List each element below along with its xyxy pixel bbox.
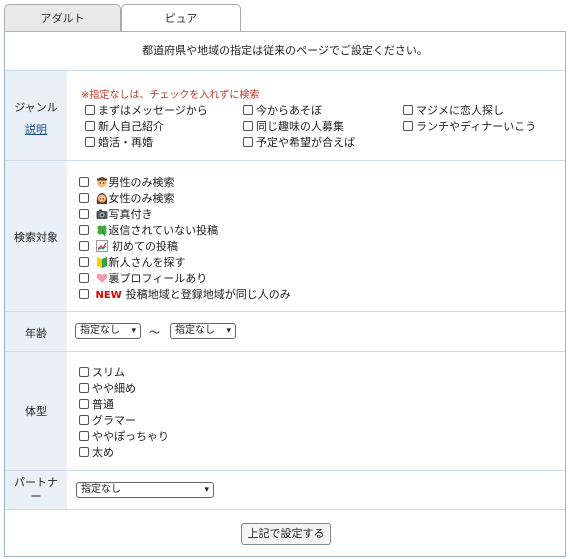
camera-icon [96, 209, 107, 219]
checkbox[interactable] [79, 447, 89, 457]
body-type-row: 体型 スリム やや細め 普通 グラマー ややぽっちゃり 太め [5, 352, 565, 471]
checkbox[interactable] [403, 121, 413, 131]
body-type-option[interactable]: グラマー [79, 412, 136, 428]
target-option-first-post[interactable]: 初めての投稿 [79, 238, 178, 254]
genre-option[interactable]: 新人自己紹介 [85, 118, 164, 134]
checkbox[interactable] [79, 177, 89, 187]
clover-icon [96, 225, 107, 236]
region-notice: 都道府県や地域の指定は従来のページでご設定ください。 [5, 32, 565, 71]
target-option-secret-profile[interactable]: 裏プロフィールあり [79, 270, 207, 286]
submit-button[interactable]: 上記で設定する [241, 523, 331, 545]
target-option-photo[interactable]: 写真付き [79, 206, 153, 222]
body-type-option[interactable]: スリム [79, 364, 125, 380]
partner-label: パートナー [14, 476, 58, 503]
target-label: 検索対象 [14, 231, 58, 244]
heart-icon [96, 273, 107, 283]
new-badge: NEW [95, 290, 122, 301]
tab-pure[interactable]: ピュア [121, 4, 241, 34]
chevron-down-icon: ▾ [131, 326, 136, 336]
checkbox[interactable] [79, 209, 89, 219]
checkbox[interactable] [243, 121, 253, 131]
checkbox[interactable] [85, 121, 95, 131]
target-option-newcomer[interactable]: 新人さんを探す [79, 254, 186, 270]
checkbox[interactable] [79, 415, 89, 425]
age-separator: 〜 [149, 326, 160, 339]
chevron-down-icon: ▾ [226, 326, 231, 336]
target-label-cell: 検索対象 [5, 161, 67, 311]
checkbox[interactable] [79, 383, 89, 393]
genre-help-link[interactable]: 説明 [5, 121, 67, 137]
checkbox[interactable] [79, 399, 89, 409]
age-label-cell: 年齢 [5, 312, 67, 351]
target-option-women[interactable]: 女性のみ検索 [79, 190, 175, 206]
checkbox[interactable] [79, 273, 89, 283]
search-settings-panel: 都道府県や地域の指定は従来のページでご設定ください。 ジャンル 説明 ※指定なし… [4, 31, 566, 557]
body-type-option[interactable]: やや細め [79, 380, 136, 396]
age-to-select[interactable]: 指定なし ▾ [170, 323, 236, 339]
body-type-label: 体型 [25, 405, 47, 418]
genre-label: ジャンル [14, 101, 58, 114]
body-type-option[interactable]: 普通 [79, 396, 114, 412]
body-type-option[interactable]: 太め [79, 444, 114, 460]
chart-icon [95, 240, 108, 252]
search-target-row: 検索対象 男性のみ検索 女性のみ検索 写真付き 返信されていない投稿 初めての投… [5, 161, 565, 312]
checkbox[interactable] [243, 137, 253, 147]
age-from-select[interactable]: 指定なし ▾ [75, 323, 141, 339]
checkbox[interactable] [79, 193, 89, 203]
chevron-down-icon: ▾ [204, 485, 209, 495]
genre-option[interactable]: マジメに恋人探し [403, 102, 504, 118]
woman-face-icon [96, 193, 107, 204]
target-option-men[interactable]: 男性のみ検索 [79, 174, 175, 190]
genre-row: ジャンル 説明 ※指定なしは、チェックを入れずに検索 まずはメッセージから 今か… [5, 71, 565, 161]
checkbox[interactable] [79, 225, 89, 235]
partner-select[interactable]: 指定なし ▾ [76, 482, 214, 498]
age-label: 年齢 [25, 327, 47, 340]
body-type-label-cell: 体型 [5, 352, 67, 470]
genre-note: ※指定なしは、チェックを入れずに検索 [81, 90, 260, 101]
beginner-mark-icon [96, 257, 107, 268]
genre-option[interactable]: 予定や希望が合えば [243, 134, 355, 150]
genre-label-cell: ジャンル 説明 [5, 71, 67, 160]
genre-option[interactable]: 同じ趣味の人募集 [243, 118, 344, 134]
checkbox[interactable] [79, 257, 89, 267]
checkbox[interactable] [79, 241, 89, 251]
checkbox[interactable] [79, 367, 89, 377]
target-option-unreplied[interactable]: 返信されていない投稿 [79, 222, 218, 238]
checkbox[interactable] [79, 431, 89, 441]
age-row: 年齢 指定なし ▾ 〜 指定なし ▾ [5, 312, 565, 352]
checkbox[interactable] [403, 105, 413, 115]
tab-adult[interactable]: アダルト [4, 4, 121, 32]
genre-option[interactable]: まずはメッセージから [85, 102, 208, 118]
partner-label-cell: パートナー [5, 471, 67, 509]
genre-option[interactable]: ランチやディナーいこう [403, 118, 536, 134]
target-option-same-area[interactable]: NEW 投稿地域と登録地域が同じ人のみ [79, 286, 291, 302]
partner-row: パートナー 指定なし ▾ [5, 471, 565, 510]
genre-option[interactable]: 婚活・再婚 [85, 134, 153, 150]
checkbox[interactable] [243, 105, 253, 115]
checkbox[interactable] [79, 289, 89, 299]
checkbox[interactable] [85, 137, 95, 147]
checkbox[interactable] [85, 105, 95, 115]
body-type-option[interactable]: ややぽっちゃり [79, 428, 169, 444]
genre-option[interactable]: 今からあそぼ [243, 102, 322, 118]
man-face-icon [96, 177, 107, 188]
